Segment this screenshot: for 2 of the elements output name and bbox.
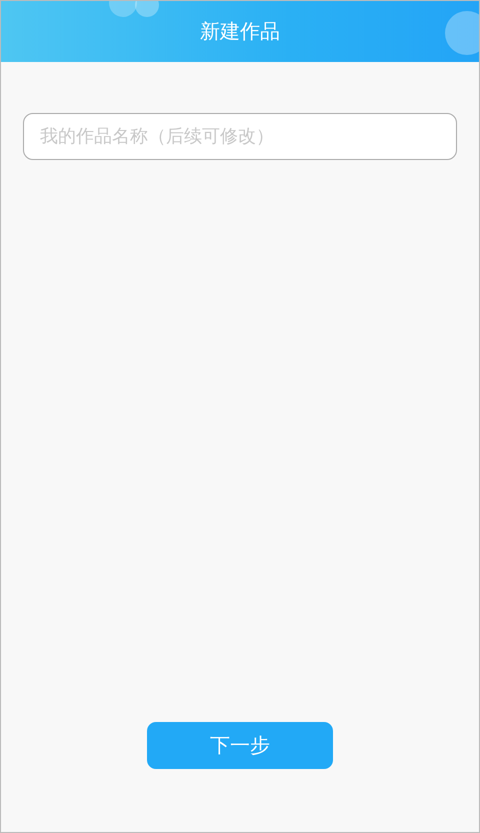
page-title: 新建作品 bbox=[200, 18, 280, 45]
next-step-button[interactable]: 下一步 bbox=[147, 722, 333, 769]
